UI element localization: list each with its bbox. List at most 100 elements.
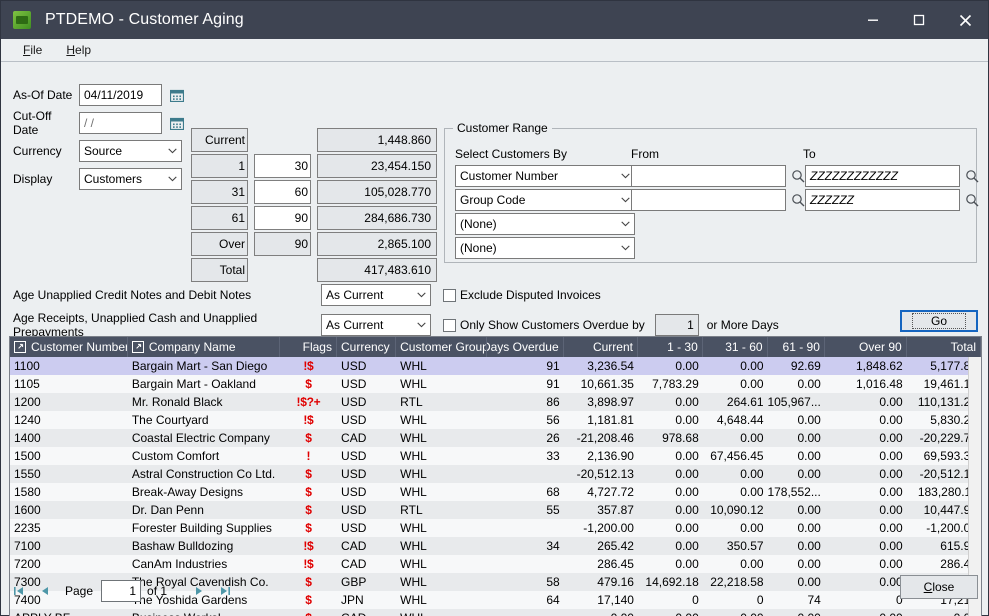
- table-row[interactable]: 7200 CanAm Industries !$ CAD WHL 286.45 0.00 0.…: [10, 555, 981, 573]
- close-button[interactable]: Close: [900, 575, 978, 599]
- cell-over-90: 0.00: [879, 467, 903, 481]
- bucket-to-4: 90: [254, 232, 311, 256]
- column-header-days-overdue[interactable]: Days Overdue: [487, 337, 564, 357]
- table-row[interactable]: 7100 Bashaw Bulldozing !$ CAD WHL 34 265.42 0.0…: [10, 537, 981, 555]
- column-header-current[interactable]: Current: [564, 337, 638, 357]
- column-header-label: 31 - 60: [725, 340, 763, 354]
- cell-1-30: 0.00: [675, 359, 699, 373]
- as-of-date-input[interactable]: 04/11/2019: [79, 83, 162, 106]
- bucket-from-1: 1: [191, 154, 248, 178]
- cell-current: 265.42: [597, 539, 634, 553]
- cell-customer-number: 2235: [14, 521, 41, 535]
- as-of-date-label: As-Of Date: [13, 87, 73, 102]
- menu-item-help[interactable]: Help: [54, 41, 103, 59]
- calendar-icon[interactable]: [170, 116, 184, 130]
- currency-select[interactable]: Source: [79, 139, 182, 162]
- column-header-31-60[interactable]: 31 - 60: [703, 337, 768, 357]
- bucket-to-2[interactable]: 60: [254, 180, 311, 204]
- from-input-1[interactable]: [631, 189, 786, 211]
- cell-flags: !$?+: [296, 395, 321, 409]
- table-row[interactable]: 1105 Bargain Mart - Oakland $ USD WHL 91 10,66…: [10, 375, 981, 393]
- age-credit-select[interactable]: As Current: [321, 284, 431, 306]
- cell-flags: !$: [303, 539, 314, 553]
- last-page-icon[interactable]: [215, 581, 235, 601]
- table-row[interactable]: 1500 Custom Comfort! USD WHL 33 2,136.90 0.00 6…: [10, 447, 981, 465]
- select-by-2[interactable]: (None): [455, 213, 635, 235]
- age-credit-row: Age Unapplied Credit Notes and Debit Not…: [13, 282, 978, 308]
- title-bar: PTDEMO - Customer Aging: [1, 1, 988, 39]
- magnifier-icon[interactable]: [963, 165, 981, 187]
- cell-1-30: 0.00: [675, 503, 699, 517]
- menu-item-file[interactable]: FFileile: [11, 41, 54, 59]
- display-label: Display: [13, 171, 53, 186]
- exclude-disputed-label: Exclude Disputed Invoices: [460, 288, 601, 302]
- to-input-1[interactable]: ZZZZZZ: [805, 189, 960, 211]
- select-by-3[interactable]: (None): [455, 237, 635, 259]
- cut-off-date-row: Cut-Off Date / /: [13, 109, 184, 137]
- column-header-customer-number[interactable]: Customer Number: [10, 337, 128, 357]
- column-header-label: 1 - 30: [667, 340, 698, 354]
- minimize-button[interactable]: [850, 1, 896, 39]
- cell-company-name: Bargain Mart - San Diego: [131, 359, 268, 373]
- table-row[interactable]: 1600 Dr. Dan Penn $ USD RTL 55 357.87 0.00 10,09…: [10, 501, 981, 519]
- column-header-over-90[interactable]: Over 90: [825, 337, 907, 357]
- table-row[interactable]: 1100 Bargain Mart - San Diego !$ USD WHL 91 3,…: [10, 357, 981, 375]
- calendar-icon[interactable]: [170, 88, 184, 102]
- bucket-amount-2: 105,028.770: [317, 180, 437, 204]
- table-row[interactable]: 1400 Coastal Electric Company $ CAD WHL 26 -21…: [10, 429, 981, 447]
- cell-31-60: 0.00: [740, 485, 764, 499]
- currency-value: Source: [84, 143, 123, 158]
- table-row[interactable]: 1580 Break-Away Designs $ USD WHL 68 4,727.72 0…: [10, 483, 981, 501]
- cell-current: -1,200.00: [583, 521, 634, 535]
- cell-31-60: 350.57: [726, 539, 764, 553]
- cell-current: 1,181.81: [587, 413, 634, 427]
- only-overdue-checkbox[interactable]: Only Show Customers Overdue by: [443, 318, 645, 332]
- bucket-to-1[interactable]: 30: [254, 154, 311, 178]
- column-header-label: Total: [950, 340, 977, 354]
- select-by-1[interactable]: Group Code: [455, 189, 635, 211]
- first-page-icon[interactable]: [9, 581, 29, 601]
- column-header-1-30[interactable]: 1 - 30: [638, 337, 703, 357]
- table-row[interactable]: 1550 Astral Construction Co Ltd. $ USD WHL -2…: [10, 465, 981, 483]
- age-receipts-select[interactable]: As Current: [321, 314, 431, 336]
- drilldown-icon[interactable]: [14, 341, 26, 353]
- exclude-disputed-checkbox[interactable]: Exclude Disputed Invoices: [443, 288, 601, 302]
- from-input-0[interactable]: [631, 165, 786, 187]
- column-header-total[interactable]: Total: [907, 337, 981, 357]
- select-by-0[interactable]: Customer Number: [455, 165, 635, 187]
- to-label: To: [803, 147, 816, 161]
- column-header-61-90[interactable]: 61 - 90: [768, 337, 825, 357]
- column-header-customer-group[interactable]: Customer Group: [396, 337, 488, 357]
- cut-off-date-input[interactable]: / /: [79, 111, 162, 134]
- table-row[interactable]: 2235 Forester Building Supplies $ USD WHL -1,…: [10, 519, 981, 537]
- close-window-button[interactable]: [942, 1, 988, 39]
- cell-company-name: Bargain Mart - Oakland: [131, 377, 256, 391]
- table-row[interactable]: 1240 The Courtyard !$ USD WHL 56 1,181.81 0.00 4…: [10, 411, 981, 429]
- bucket-to-3[interactable]: 90: [254, 206, 311, 230]
- table-row[interactable]: APPLY-BFBusiness Works!$CADWHL0.000.000.…: [10, 609, 981, 616]
- magnifier-icon[interactable]: [963, 189, 981, 211]
- prev-page-icon[interactable]: [35, 581, 55, 601]
- drilldown-icon[interactable]: [131, 341, 144, 353]
- cell-flags: $: [305, 431, 312, 445]
- column-header-currency[interactable]: Currency: [337, 337, 397, 357]
- cell-customer-number: APPLY-BF: [10, 609, 128, 616]
- maximize-button[interactable]: [896, 1, 942, 39]
- currency-row: Currency Source: [13, 138, 184, 163]
- bucket-from-2: 31: [191, 180, 248, 204]
- overdue-days-input[interactable]: 1: [654, 314, 699, 336]
- chevron-down-icon: [417, 292, 426, 298]
- next-page-icon[interactable]: [189, 581, 209, 601]
- select-by-1-value: Group Code: [460, 193, 526, 207]
- cell-31-60: 67,456.45: [710, 449, 764, 463]
- cell-61-90: 105,967...: [767, 395, 821, 409]
- table-row[interactable]: 1200 Mr. Ronald Black !$?+ USD RTL 86 3,898.97…: [10, 393, 981, 411]
- column-header-company-name[interactable]: Company Name: [128, 337, 280, 357]
- column-header-flags[interactable]: Flags: [280, 337, 337, 357]
- cell-31-60: 0.00: [740, 359, 764, 373]
- cell-customer-group: RTL: [400, 503, 423, 517]
- display-select[interactable]: Customers: [79, 167, 182, 190]
- go-button[interactable]: Go: [900, 310, 978, 332]
- to-input-0[interactable]: ZZZZZZZZZZZZ: [805, 165, 960, 187]
- page-number-input[interactable]: 1: [101, 580, 142, 602]
